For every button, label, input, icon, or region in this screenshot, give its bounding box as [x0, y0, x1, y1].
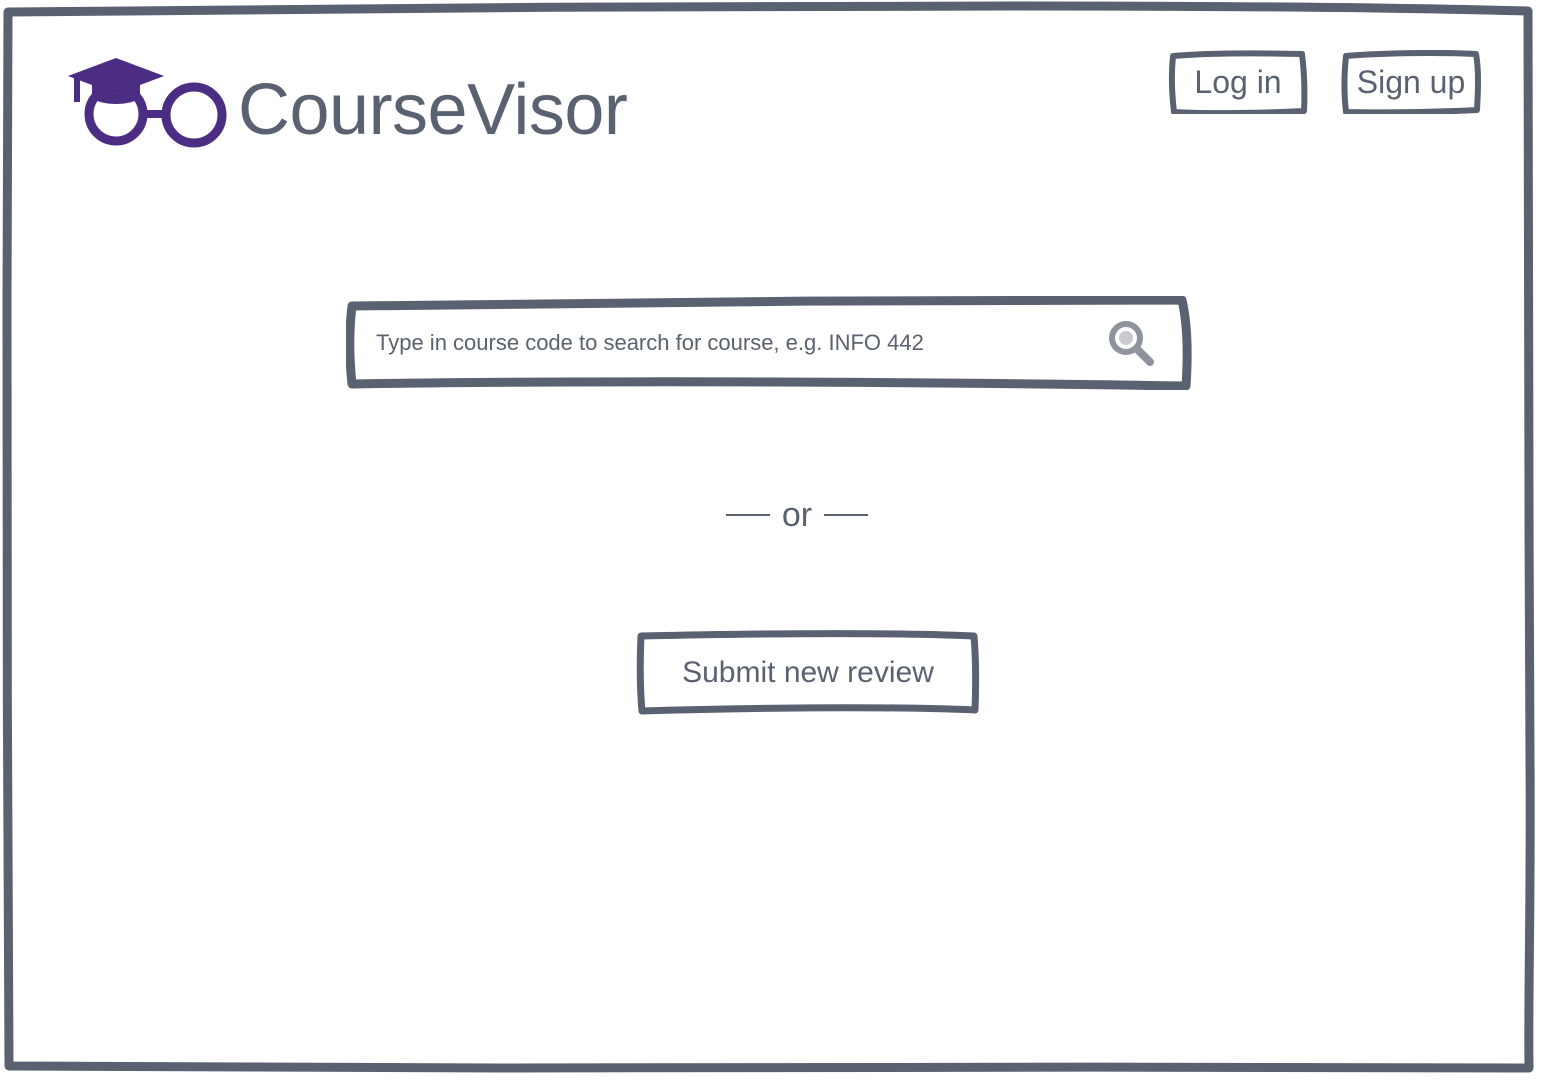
- search-input[interactable]: [374, 320, 1098, 366]
- or-text: or: [781, 495, 813, 534]
- divider-line-left: [725, 514, 770, 516]
- signup-label: Sign up: [1356, 63, 1466, 100]
- window-frame: [0, 0, 1542, 1084]
- login-button[interactable]: Log in: [1168, 50, 1308, 114]
- graduation-glasses-icon: [66, 54, 230, 150]
- search-icon[interactable]: [1104, 316, 1160, 372]
- app-name: CourseVisor: [238, 70, 628, 150]
- submit-review-button[interactable]: Submit new review: [636, 630, 980, 716]
- course-search: [346, 296, 1192, 390]
- signup-button[interactable]: Sign up: [1340, 50, 1482, 114]
- divider-line-right: [824, 514, 869, 516]
- or-divider: or: [720, 490, 874, 540]
- app-logo[interactable]: CourseVisor: [66, 52, 628, 152]
- submit-review-label: Submit new review: [682, 656, 934, 689]
- login-label: Log in: [1194, 63, 1282, 100]
